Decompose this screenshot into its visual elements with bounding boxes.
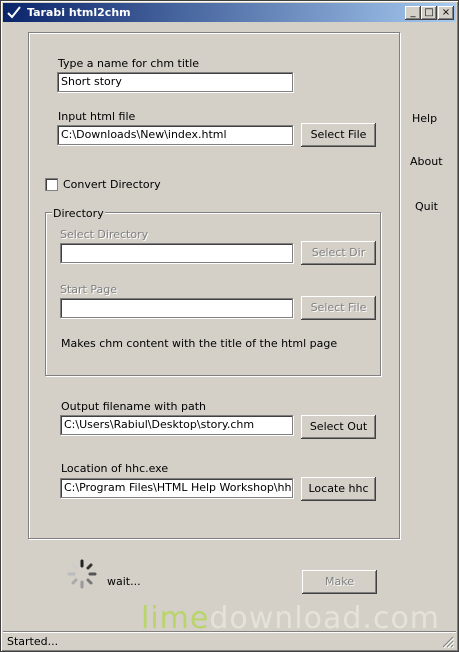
- chm-title-label: Type a name for chm title: [58, 57, 200, 70]
- minimize-button[interactable]: _: [405, 6, 421, 20]
- maximize-button[interactable]: □: [421, 6, 437, 20]
- convert-directory-label[interactable]: Convert Directory: [63, 178, 161, 191]
- directory-group-title: Directory: [52, 207, 105, 220]
- output-filename-input[interactable]: C:\Users\Rabiul\Desktop\story.chm: [60, 415, 293, 435]
- loading-spinner-icon: [67, 559, 97, 589]
- title-bar: Tarabi html2chm _ □ ×: [3, 3, 456, 22]
- input-html-label: Input html file: [58, 110, 136, 123]
- output-filename-label: Output filename with path: [61, 400, 206, 413]
- select-out-button[interactable]: Select Out: [301, 415, 376, 439]
- make-button[interactable]: Make: [302, 570, 377, 594]
- about-link[interactable]: About: [410, 155, 443, 168]
- window-title: Tarabi html2chm: [27, 6, 131, 19]
- help-link[interactable]: Help: [412, 112, 437, 125]
- locate-hhc-button[interactable]: Locate hhc: [301, 477, 376, 501]
- quit-link[interactable]: Quit: [415, 200, 438, 213]
- wait-text: wait...: [107, 575, 141, 588]
- directory-note: Makes chm content with the title of the …: [61, 337, 338, 350]
- hhc-location-input[interactable]: C:\Program Files\HTML Help Workshop\hhc.…: [60, 478, 293, 498]
- resize-grip-icon[interactable]: [442, 636, 454, 648]
- hhc-location-label: Location of hhc.exe: [61, 462, 169, 475]
- main-window: Tarabi html2chm _ □ × Type a name for ch…: [0, 0, 459, 652]
- start-page-input[interactable]: [60, 298, 293, 318]
- select-directory-input[interactable]: [60, 243, 293, 263]
- input-html-input[interactable]: C:\Downloads\New\index.html: [57, 125, 293, 145]
- start-page-label: Start Page: [60, 283, 117, 296]
- select-dir-button[interactable]: Select Dir: [301, 241, 376, 265]
- select-directory-label: Select Directory: [60, 228, 149, 241]
- status-bar: Started...: [3, 631, 456, 650]
- select-file-button[interactable]: Select File: [301, 123, 376, 147]
- convert-directory-checkbox[interactable]: [45, 178, 58, 191]
- app-icon: [7, 6, 21, 19]
- close-button[interactable]: ×: [438, 6, 454, 20]
- chm-title-input[interactable]: Short story: [57, 72, 293, 92]
- start-page-select-file-button[interactable]: Select File: [301, 296, 376, 320]
- status-text: Started...: [7, 635, 59, 648]
